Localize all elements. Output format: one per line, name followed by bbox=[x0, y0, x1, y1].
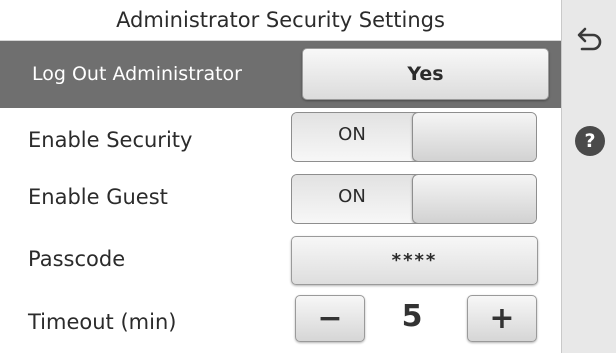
enable-guest-state: ON bbox=[292, 175, 412, 223]
toggle-knob[interactable] bbox=[412, 175, 536, 223]
logout-yes-button[interactable]: Yes bbox=[302, 48, 549, 100]
timeout-value: 5 bbox=[401, 299, 423, 334]
sidebar: ? bbox=[561, 0, 616, 353]
enable-security-label: Enable Security bbox=[28, 128, 193, 152]
settings-panel: Administrator Security Settings Log Out … bbox=[0, 0, 561, 353]
timeout-label: Timeout (min) bbox=[28, 310, 177, 334]
enable-guest-toggle[interactable]: ON bbox=[291, 174, 537, 224]
help-icon[interactable]: ? bbox=[575, 126, 605, 156]
passcode-button[interactable]: **** bbox=[291, 236, 538, 285]
page-title: Administrator Security Settings bbox=[0, 0, 561, 41]
enable-security-state: ON bbox=[292, 113, 412, 161]
enable-security-toggle[interactable]: ON bbox=[291, 112, 537, 162]
toggle-knob[interactable] bbox=[412, 113, 536, 161]
back-arrow-icon[interactable] bbox=[576, 24, 604, 52]
timeout-increment-button[interactable]: + bbox=[467, 295, 537, 342]
enable-guest-label: Enable Guest bbox=[28, 185, 168, 209]
logout-row: Log Out Administrator Yes bbox=[0, 41, 561, 108]
logout-label: Log Out Administrator bbox=[32, 63, 242, 85]
passcode-label: Passcode bbox=[28, 247, 126, 271]
timeout-decrement-button[interactable]: − bbox=[295, 295, 365, 342]
